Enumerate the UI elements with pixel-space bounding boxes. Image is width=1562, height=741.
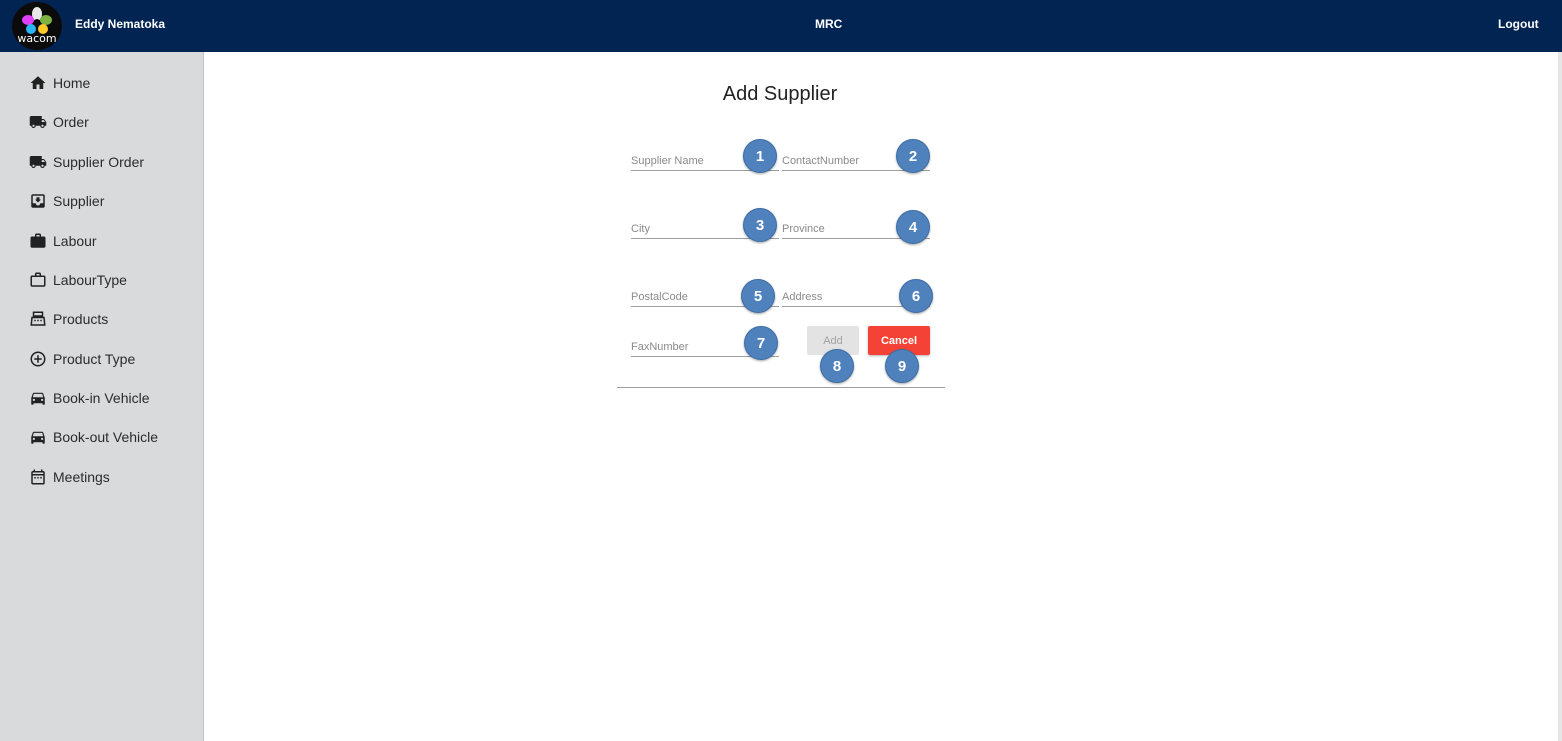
form-divider — [617, 387, 945, 388]
truck-icon — [29, 153, 47, 171]
sidebar: Home Order Supplier Order Supplier Labou… — [0, 52, 204, 741]
sidebar-item-labourtype[interactable]: LabourType — [29, 268, 127, 292]
sidebar-item-supplier[interactable]: Supplier — [29, 189, 104, 213]
annotation-badge: 2 — [896, 139, 930, 173]
annotation-badge: 7 — [744, 326, 778, 360]
sidebar-item-order[interactable]: Order — [29, 110, 89, 134]
annotation-badge: 9 — [885, 349, 919, 383]
sidebar-item-book-in-vehicle[interactable]: Book-in Vehicle — [29, 386, 150, 410]
annotation-badge: 4 — [896, 210, 930, 244]
logout-link[interactable]: Logout — [1498, 17, 1539, 31]
briefcase-outline-icon — [29, 271, 47, 289]
sidebar-item-meetings[interactable]: Meetings — [29, 465, 110, 489]
sidebar-item-labour[interactable]: Labour — [29, 229, 97, 253]
sidebar-item-label: LabourType — [53, 272, 127, 288]
wacom-logo: wacom — [12, 2, 62, 50]
annotation-badge: 1 — [743, 139, 777, 173]
sidebar-item-product-type[interactable]: Product Type — [29, 347, 135, 371]
sidebar-item-label: Products — [53, 311, 109, 327]
scrollbar-track — [1558, 52, 1562, 741]
truck-icon — [29, 113, 47, 131]
sidebar-item-products[interactable]: Products — [29, 307, 108, 331]
annotation-badge: 5 — [741, 279, 775, 313]
sidebar-item-label: Labour — [53, 233, 97, 249]
annotation-badge: 8 — [820, 349, 854, 383]
sidebar-item-book-out-vehicle[interactable]: Book-out Vehicle — [29, 425, 158, 449]
user-name: Eddy Nematoka — [75, 17, 166, 31]
sidebar-item-label: Product Type — [53, 351, 136, 367]
app-title: MRC — [815, 17, 843, 31]
sidebar-item-label: Meetings — [53, 469, 110, 485]
sidebar-item-label: Home — [53, 75, 91, 91]
sidebar-item-label: Book-in Vehicle — [53, 390, 150, 406]
car-icon — [29, 389, 47, 407]
add-circle-icon — [29, 350, 47, 368]
annotation-badge: 6 — [899, 279, 933, 313]
top-bar: wacom Eddy Nematoka MRC Logout — [0, 0, 1562, 52]
sidebar-item-home[interactable]: Home — [29, 71, 90, 95]
inbox-icon — [29, 192, 47, 210]
page-title: Add Supplier — [722, 83, 838, 105]
sidebar-item-label: Order — [53, 114, 89, 130]
home-icon — [29, 74, 47, 92]
register-icon — [29, 310, 47, 328]
logo-text: wacom — [17, 32, 57, 45]
sidebar-item-label: Supplier Order — [53, 154, 145, 170]
sidebar-item-label: Supplier — [53, 193, 105, 209]
sidebar-item-label: Book-out Vehicle — [53, 429, 159, 445]
calendar-icon — [29, 468, 47, 486]
sidebar-item-supplier-order[interactable]: Supplier Order — [29, 150, 144, 174]
briefcase-icon — [29, 232, 47, 250]
car-icon — [29, 428, 47, 446]
annotation-badge: 3 — [743, 208, 777, 242]
